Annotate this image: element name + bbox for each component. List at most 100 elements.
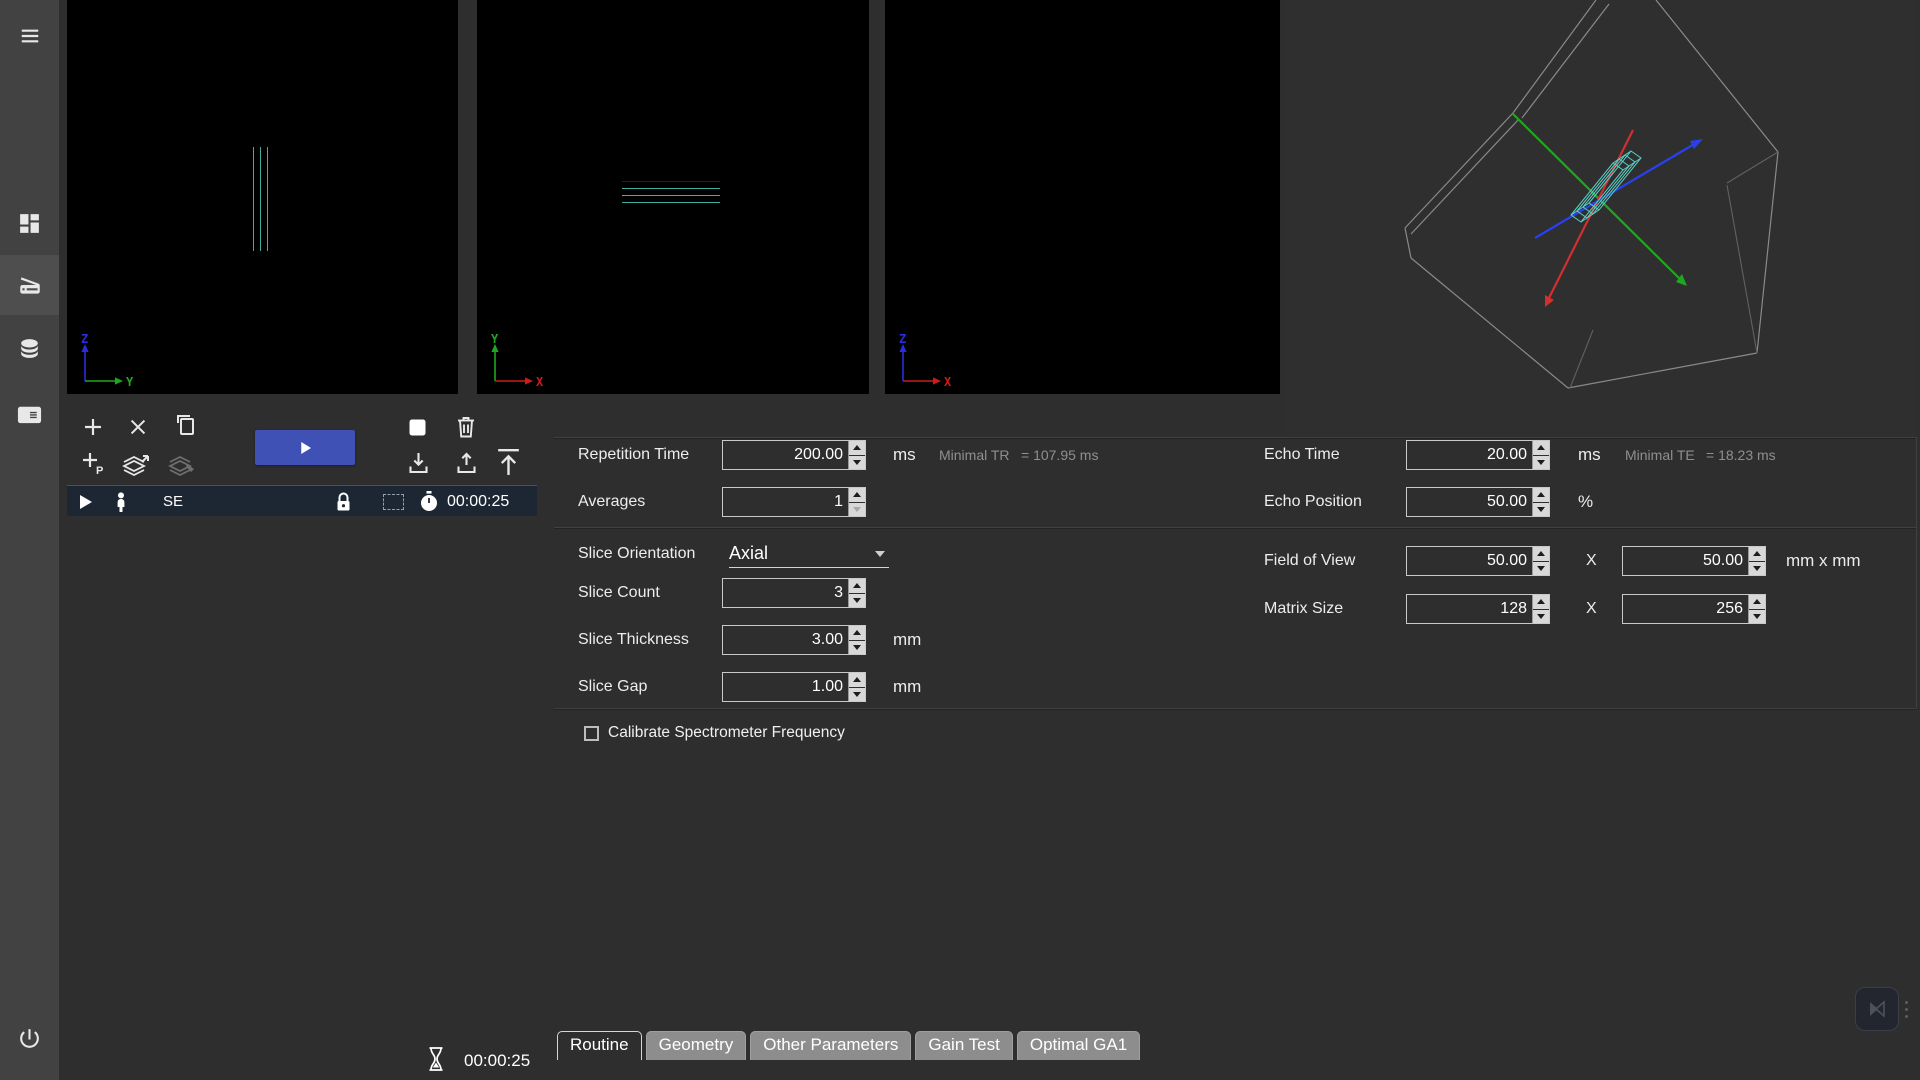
tab-other-parameters[interactable]: Other Parameters xyxy=(750,1031,911,1060)
stop-icon[interactable] xyxy=(408,418,426,436)
download-icon[interactable] xyxy=(405,449,431,477)
step-down-button[interactable] xyxy=(1533,503,1549,517)
slice-count-input[interactable] xyxy=(723,579,848,607)
sidebar xyxy=(0,0,59,1080)
viewport-zx[interactable]: Z X xyxy=(885,0,1280,394)
matrix-x-input[interactable] xyxy=(1407,595,1532,623)
duplicate-icon[interactable] xyxy=(172,412,198,440)
widget-drag-handle[interactable] xyxy=(1905,1001,1908,1018)
slice-thickness-input[interactable] xyxy=(723,626,848,654)
power-icon[interactable] xyxy=(0,1012,59,1064)
minimal-te-value: = 18.23 ms xyxy=(1706,440,1776,470)
fov-x-input[interactable] xyxy=(1407,547,1532,575)
scanner-icon[interactable] xyxy=(0,255,59,315)
mri-console-window: Z Y Y X Z X xyxy=(0,0,1920,1080)
step-down-button[interactable] xyxy=(1533,610,1549,624)
step-down-button[interactable] xyxy=(849,456,865,470)
averages-input[interactable] xyxy=(723,488,848,516)
add-icon[interactable] xyxy=(80,414,106,440)
step-up-button[interactable] xyxy=(1533,441,1549,455)
slice-line-faint xyxy=(622,181,720,182)
axis-blue-z xyxy=(1535,139,1703,238)
fov-x-stepper xyxy=(1532,547,1549,575)
step-up-button[interactable] xyxy=(1749,547,1765,561)
slice-orientation-value: Axial xyxy=(729,543,768,564)
sequence-name: SE xyxy=(163,486,183,517)
matrix-y-input[interactable] xyxy=(1623,595,1748,623)
echo-time-input[interactable] xyxy=(1407,441,1532,469)
slice-gap-input[interactable] xyxy=(723,673,848,701)
echo-time-stepper xyxy=(1532,441,1549,469)
step-up-button[interactable] xyxy=(849,626,865,640)
step-down-button[interactable] xyxy=(1749,562,1765,576)
step-up-button[interactable] xyxy=(849,579,865,593)
tab-optimal-ga1[interactable]: Optimal GA1 xyxy=(1017,1031,1140,1060)
averages-stepper xyxy=(848,488,865,516)
echo-position-stepper xyxy=(1532,488,1549,516)
step-down-button[interactable] xyxy=(1533,456,1549,470)
parameter-tabs: Routine Geometry Other Parameters Gain T… xyxy=(557,1031,1140,1060)
stack-disabled-icon[interactable] xyxy=(166,450,198,478)
slice-gap-label: Slice Gap xyxy=(578,672,647,702)
chevron-down-icon xyxy=(875,551,885,557)
viewport-zy[interactable]: Z Y xyxy=(67,0,458,394)
calibrate-checkbox[interactable] xyxy=(584,726,599,741)
trash-icon[interactable] xyxy=(453,413,479,441)
slice-orientation-select[interactable]: Axial xyxy=(729,540,889,568)
step-up-button[interactable] xyxy=(849,488,865,502)
tab-geometry[interactable]: Geometry xyxy=(646,1031,747,1060)
database-icon[interactable] xyxy=(0,322,59,374)
selection-rect-icon[interactable] xyxy=(383,486,404,517)
lock-icon[interactable] xyxy=(335,486,352,517)
play-icon[interactable] xyxy=(79,486,93,517)
step-down-button[interactable] xyxy=(849,688,865,702)
widget-logo-icon[interactable] xyxy=(1855,987,1899,1031)
step-up-button[interactable] xyxy=(1533,488,1549,502)
slice-gap-field xyxy=(722,672,866,702)
run-button[interactable] xyxy=(255,430,355,465)
step-down-button[interactable] xyxy=(849,503,865,517)
repetition-time-input[interactable] xyxy=(723,441,848,469)
step-up-button[interactable] xyxy=(1533,595,1549,609)
axis-label-x: X xyxy=(536,375,544,389)
close-icon[interactable] xyxy=(126,415,150,439)
registration-card-icon[interactable] xyxy=(0,388,59,440)
export-stack-icon[interactable] xyxy=(120,450,152,478)
sequence-row[interactable]: SE 00:00:25 xyxy=(67,485,537,516)
slice-gap-stepper xyxy=(848,673,865,701)
axis-gizmo-yx: Y X xyxy=(483,334,549,392)
step-up-button[interactable] xyxy=(849,441,865,455)
slice-line xyxy=(622,202,720,203)
menu-icon[interactable] xyxy=(0,10,59,62)
slice-count-field xyxy=(722,578,866,608)
echo-time-label: Echo Time xyxy=(1264,440,1340,470)
viewport-3d[interactable] xyxy=(1286,0,1916,436)
dashboard-icon[interactable] xyxy=(0,197,59,249)
publish-icon[interactable] xyxy=(493,445,523,477)
floating-widget xyxy=(1855,984,1913,1034)
step-up-button[interactable] xyxy=(849,673,865,687)
axis-label-z: Z xyxy=(899,334,906,346)
echo-time-unit: ms xyxy=(1578,440,1601,470)
step-down-button[interactable] xyxy=(849,594,865,608)
divider xyxy=(554,708,1916,709)
slice-count-stepper xyxy=(848,579,865,607)
step-up-button[interactable] xyxy=(1533,547,1549,561)
fov-y-input[interactable] xyxy=(1623,547,1748,575)
echo-position-label: Echo Position xyxy=(1264,487,1362,517)
upload-icon[interactable] xyxy=(453,449,479,477)
matrix-y-field xyxy=(1622,594,1766,624)
axis-gizmo-zy: Z Y xyxy=(73,334,139,392)
step-down-button[interactable] xyxy=(849,641,865,655)
calibrate-checkbox-label[interactable]: Calibrate Spectrometer Frequency xyxy=(608,724,845,742)
tab-gain-test[interactable]: Gain Test xyxy=(915,1031,1013,1060)
tab-routine[interactable]: Routine xyxy=(557,1031,642,1060)
step-down-button[interactable] xyxy=(1749,610,1765,624)
axis-label-y: Y xyxy=(126,375,134,389)
viewport-yx[interactable]: Y X xyxy=(477,0,869,394)
hourglass-icon xyxy=(426,1046,446,1077)
echo-position-input[interactable] xyxy=(1407,488,1532,516)
add-protocol-icon[interactable]: P xyxy=(80,450,106,476)
step-up-button[interactable] xyxy=(1749,595,1765,609)
step-down-button[interactable] xyxy=(1533,562,1549,576)
